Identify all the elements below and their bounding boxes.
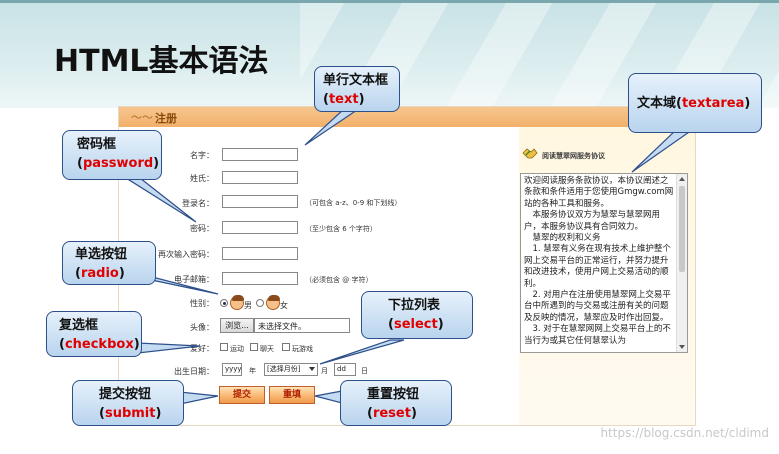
email-hint: （必须包含 @ 字符） <box>305 276 373 284</box>
password-again-input[interactable] <box>222 247 298 260</box>
gender-female-radio[interactable] <box>256 299 264 307</box>
radio-callout-prefix: 单选按钮 <box>75 247 128 262</box>
wave-decoration-icon: 〜〜 <box>131 111 153 124</box>
birthday-label: 出生日期： <box>174 367 214 376</box>
select-callout: 下拉列表 (select) <box>361 291 473 339</box>
hobby-games-label: 玩游戏 <box>292 345 313 353</box>
text-callout: 单行文本框(text) <box>314 66 400 112</box>
no-file-text: 未选择文件。 <box>258 322 306 331</box>
gender-female-label: 女 <box>280 301 288 310</box>
password-callout: 密码框 (password) <box>62 130 162 180</box>
submit-callout-keyword: submit <box>104 406 156 421</box>
birth-month-select[interactable]: [选择月份] <box>264 363 318 376</box>
checkbox-callout: 复选框 (checkbox) <box>46 311 142 357</box>
handshake-icon <box>522 148 538 159</box>
male-avatar-icon <box>230 295 244 310</box>
scroll-up-icon[interactable] <box>679 177 685 181</box>
dropdown-arrow-icon <box>309 367 315 371</box>
reset-callout: 重置按钮 (reset) <box>340 380 452 426</box>
agreement-scrollbar[interactable] <box>676 174 687 352</box>
browse-button[interactable]: 浏览... <box>220 318 254 333</box>
gender-label: 性别： <box>190 299 214 308</box>
select-callout-keyword: select <box>393 317 438 332</box>
watermark: https://blog.csdn.net/cldimd <box>600 426 769 440</box>
gender-male-radio[interactable] <box>220 299 228 307</box>
gender-male-label: 男 <box>244 301 252 310</box>
password-hint: （至少包含 6 个字符） <box>305 225 377 233</box>
name-input[interactable] <box>222 148 298 161</box>
agreement-text: 欢迎阅读服务条款协议，本协议阐述之条款和条件适用于您使用Gmgw.com网站的各… <box>524 176 674 346</box>
agreement-title: 阅读慧翠网服务协议 <box>542 152 605 160</box>
scroll-down-icon[interactable] <box>679 345 685 349</box>
submit-callout-prefix: 提交按钮 <box>99 387 152 402</box>
password-callout-prefix: 密码框 <box>77 137 117 152</box>
hobby-games-checkbox[interactable] <box>282 343 290 351</box>
submit-button[interactable]: 提交 <box>219 386 265 404</box>
password-label: 密码： <box>190 224 214 233</box>
textarea-callout-keyword: textarea <box>681 96 745 111</box>
hobby-chat-label: 聊天 <box>260 345 274 353</box>
birth-month-value: [选择月份] <box>267 365 301 373</box>
password-input[interactable] <box>222 221 298 234</box>
reset-button[interactable]: 重填 <box>269 386 315 404</box>
submit-callout: 提交按钮 (submit) <box>72 380 184 426</box>
login-label: 登录名： <box>182 199 214 208</box>
scroll-thumb[interactable] <box>679 186 685 272</box>
female-avatar-icon <box>266 295 280 310</box>
text-callout-keyword: text <box>328 92 359 107</box>
month-unit: 月 <box>321 367 328 375</box>
surname-input[interactable] <box>222 171 298 184</box>
login-input[interactable] <box>222 195 298 208</box>
login-hint: （可包含 a-z、0-9 和下划线） <box>305 199 402 207</box>
hobby-chat-checkbox[interactable] <box>250 343 258 351</box>
radio-callout-keyword: radio <box>80 266 119 281</box>
hobby-sport-checkbox[interactable] <box>220 343 228 351</box>
slide-title: HTML基本语法 <box>54 44 269 79</box>
checkbox-callout-keyword: checkbox <box>64 337 134 352</box>
text-callout-suffix: ) <box>358 92 365 107</box>
hobby-sport-label: 运动 <box>230 345 244 353</box>
top-accent-line <box>0 0 779 3</box>
textarea-callout-prefix: 文本域( <box>637 96 682 111</box>
day-unit: 日 <box>361 367 368 375</box>
birth-day-input[interactable]: dd <box>334 363 356 376</box>
textarea-callout-suffix: ) <box>744 96 751 111</box>
checkbox-callout-prefix: 复选框 <box>59 318 99 333</box>
panel-header-title: 注册 <box>155 112 177 125</box>
agreement-textarea[interactable]: 欢迎阅读服务条款协议，本协议阐述之条款和条件适用于您使用Gmgw.com网站的各… <box>520 173 688 353</box>
reset-callout-prefix: 重置按钮 <box>367 387 420 402</box>
hobby-label: 爱好： <box>190 344 214 353</box>
avatar-label: 头像： <box>190 323 214 332</box>
email-input[interactable] <box>222 272 298 285</box>
textarea-callout: 文本域(textarea) <box>628 73 762 133</box>
password-callout-keyword: password <box>82 156 154 171</box>
panel-header: 〜〜 注册 <box>119 107 695 127</box>
radio-callout: 单选按钮 (radio) <box>62 241 156 285</box>
birth-year-input[interactable]: yyyy <box>222 363 242 376</box>
reset-callout-keyword: reset <box>372 406 411 421</box>
year-unit: 年 <box>249 367 256 375</box>
select-callout-prefix: 下拉列表 <box>388 298 441 313</box>
